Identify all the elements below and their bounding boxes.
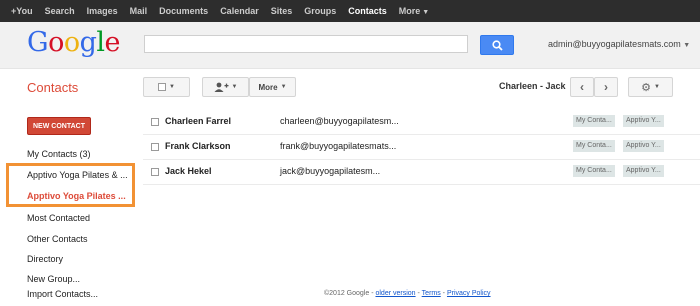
footer: ©2012 Google - older version - Terms - P… [324,290,491,297]
group-badge[interactable]: My Conta... [573,115,615,127]
top-nav-label: Search [44,6,75,16]
contact-name[interactable]: Frank Clarkson [165,141,231,151]
sidebar-item[interactable]: Most Contacted [27,213,90,223]
row-checkbox[interactable] [151,168,159,176]
top-nav-label: Documents [159,6,209,16]
copyright-text: ©2012 Google [324,290,370,297]
page-title[interactable]: Contacts [27,80,78,95]
row-checkbox[interactable] [151,118,159,126]
select-all-checkbox[interactable] [158,83,167,91]
sidebar-item[interactable]: Import Contacts... [27,289,98,299]
logo-letter: o [63,27,80,58]
select-dropdown-button[interactable]: ▼ [143,77,190,97]
search-icon [492,40,503,51]
chevron-right-icon: › [604,80,608,94]
chevron-down-icon: ▼ [653,84,660,90]
top-nav-label: Groups [304,6,337,16]
search-button[interactable] [480,35,514,55]
logo-letter: e [104,27,121,58]
contact-row[interactable]: Charleen Farrel charleen@buyyogapilatesm.… [143,109,700,135]
top-nav-item-contacts[interactable]: Contacts [348,6,387,16]
paging-range: Charleen - Jack [499,81,566,91]
contact-email[interactable]: jack@buyyogapilatesm... [280,166,380,176]
logo-letter: l [96,27,105,58]
group-badge[interactable]: Apptivo Y... [623,140,664,152]
top-nav-label: Sites [270,6,293,16]
chevron-down-icon: ▼ [683,42,691,49]
top-nav-label: Contacts [348,6,387,16]
highlight-box [6,163,135,207]
group-badge[interactable]: My Conta... [573,165,615,177]
gear-icon: ⚙ [641,81,651,94]
chevron-down-icon: ▼ [169,84,175,90]
more-label: More [258,82,278,92]
logo-letter: G [27,27,49,58]
new-contact-button[interactable]: NEW CONTACT [27,117,91,135]
account-menu[interactable]: admin@buyyogapilatesmats.com ▼ [548,39,690,49]
top-nav-label: Calendar [220,6,259,16]
add-to-group-button[interactable]: ▼ [202,77,249,97]
logo-letter: o [48,27,64,58]
contact-email[interactable]: charleen@buyyogapilatesm... [280,116,399,126]
header: Google admin@buyyogapilatesmats.com ▼ [0,22,700,69]
top-nav-label: +You [11,6,33,16]
top-nav-bar: +You Search Images Mail Documents Calendar Sit… [0,0,700,22]
top-nav-item-documents[interactable]: Documents [159,6,208,16]
more-button[interactable]: More ▼ [249,77,296,97]
sidebar-item[interactable]: My Contacts (3) [27,149,91,159]
add-person-icon [214,82,229,92]
top-nav-item-mail[interactable]: Mail [130,6,148,16]
group-badge[interactable]: My Conta... [573,140,615,152]
top-nav-label: Mail [129,6,148,16]
top-nav-item-calendar[interactable]: Calendar [220,6,259,16]
group-badge[interactable]: Apptivo Y... [623,165,664,177]
chevron-down-icon: ▼ [231,84,238,90]
top-nav-item-groups[interactable]: Groups [304,6,336,16]
top-nav-item-sites[interactable]: Sites [271,6,293,16]
next-page-button[interactable]: › [594,77,618,97]
top-nav-item-you[interactable]: +You [11,6,33,16]
sidebar-item[interactable]: New Group... [27,274,80,284]
terms-link[interactable]: Terms [422,290,441,297]
chevron-down-icon: ▼ [422,9,430,16]
search-input[interactable] [144,35,468,53]
sidebar-item[interactable]: Directory [27,254,63,264]
account-email: admin@buyyogapilatesmats.com [548,39,681,49]
chevron-down-icon: ▼ [280,84,287,90]
contact-row[interactable]: Jack Hekel jack@buyyogapilatesm... My Cont… [143,159,700,185]
logo-letter: g [79,27,97,58]
top-nav: +You Search Images Mail Documents Calendar Sit… [0,0,700,22]
sidebar-item[interactable]: Other Contacts [27,234,88,244]
chevron-left-icon: ‹ [580,80,584,94]
privacy-policy-link[interactable]: Privacy Policy [447,290,491,297]
top-nav-label: Images [86,6,118,16]
top-nav-item-search[interactable]: Search [45,6,75,16]
google-logo[interactable]: Google [27,27,121,58]
group-badge[interactable]: Apptivo Y... [623,115,664,127]
prev-page-button[interactable]: ‹ [570,77,594,97]
top-nav-item-images[interactable]: Images [87,6,118,16]
contact-row[interactable]: Frank Clarkson frank@buyyogapilatesmats..… [143,134,700,160]
contact-email[interactable]: frank@buyyogapilatesmats... [280,141,396,151]
older-version-link[interactable]: older version [375,290,415,297]
contact-name[interactable]: Charleen Farrel [165,116,231,126]
top-nav-label: More [398,6,421,16]
contact-name[interactable]: Jack Hekel [165,166,212,176]
settings-button[interactable]: ⚙ ▼ [628,77,673,97]
row-checkbox[interactable] [151,143,159,151]
top-nav-item-more[interactable]: More ▼ [399,6,429,16]
